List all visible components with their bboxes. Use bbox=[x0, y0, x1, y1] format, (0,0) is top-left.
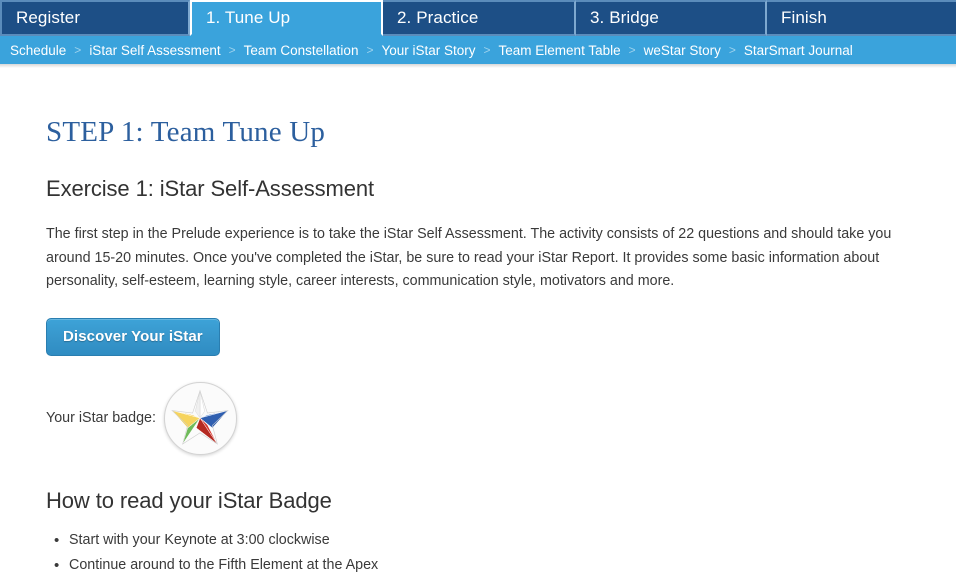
primary-tab-bar: Register 1. Tune Up 2. Practice 3. Bridg… bbox=[0, 0, 956, 36]
breadcrumb-item-your-istar-story[interactable]: Your iStar Story bbox=[381, 43, 475, 58]
breadcrumb-item-team-element-table[interactable]: Team Element Table bbox=[499, 43, 621, 58]
tab-register[interactable]: Register bbox=[0, 0, 190, 36]
breadcrumb-item-schedule[interactable]: Schedule bbox=[10, 43, 66, 58]
breadcrumb-item-team-constellation[interactable]: Team Constellation bbox=[244, 43, 359, 58]
breadcrumb-item-istar-self-assessment[interactable]: iStar Self Assessment bbox=[89, 43, 220, 58]
istar-star-icon bbox=[171, 389, 230, 445]
tab-tune-up-label: 1. Tune Up bbox=[206, 8, 291, 27]
tab-bridge-label: 3. Bridge bbox=[590, 8, 659, 27]
tab-practice[interactable]: 2. Practice bbox=[383, 0, 576, 36]
breadcrumb-separator-icon: > bbox=[366, 43, 374, 57]
breadcrumb: Schedule > iStar Self Assessment > Team … bbox=[0, 36, 956, 64]
breadcrumb-separator-icon: > bbox=[74, 43, 82, 57]
tab-register-label: Register bbox=[16, 8, 81, 27]
how-to-read-badge-heading: How to read your iStar Badge bbox=[46, 487, 332, 513]
badge-row: Your iStar badge: bbox=[46, 381, 910, 455]
tab-tune-up[interactable]: 1. Tune Up bbox=[190, 0, 383, 36]
breadcrumb-separator-icon: > bbox=[728, 43, 736, 57]
breadcrumb-item-westar-story[interactable]: weStar Story bbox=[644, 43, 721, 58]
main-content: STEP 1: Team Tune Up Exercise 1: iStar S… bbox=[0, 68, 956, 578]
exercise-heading: Exercise 1: iStar Self-Assessment bbox=[46, 176, 375, 201]
tab-finish[interactable]: Finish bbox=[767, 0, 956, 36]
tab-practice-label: 2. Practice bbox=[397, 8, 479, 27]
badge-label: Your iStar badge: bbox=[46, 410, 156, 426]
tab-finish-label: Finish bbox=[781, 8, 827, 27]
discover-your-istar-button[interactable]: Discover Your iStar bbox=[46, 317, 220, 356]
list-item: Continue around to the Fifth Element at … bbox=[54, 553, 910, 578]
istar-badge[interactable] bbox=[163, 381, 237, 455]
breadcrumb-separator-icon: > bbox=[483, 43, 491, 57]
tab-bridge[interactable]: 3. Bridge bbox=[576, 0, 767, 36]
breadcrumb-separator-icon: > bbox=[228, 43, 236, 57]
list-item: Start with your Keynote at 3:00 clockwis… bbox=[54, 528, 910, 553]
breadcrumb-item-starsmart-journal[interactable]: StarSmart Journal bbox=[744, 43, 853, 58]
how-to-read-badge-list: Start with your Keynote at 3:00 clockwis… bbox=[46, 528, 910, 578]
intro-paragraph: The first step in the Prelude experience… bbox=[46, 226, 892, 289]
discover-your-istar-button-label: Discover Your iStar bbox=[63, 327, 203, 345]
breadcrumb-separator-icon: > bbox=[628, 43, 636, 57]
page-title: STEP 1: Team Tune Up bbox=[46, 116, 326, 148]
